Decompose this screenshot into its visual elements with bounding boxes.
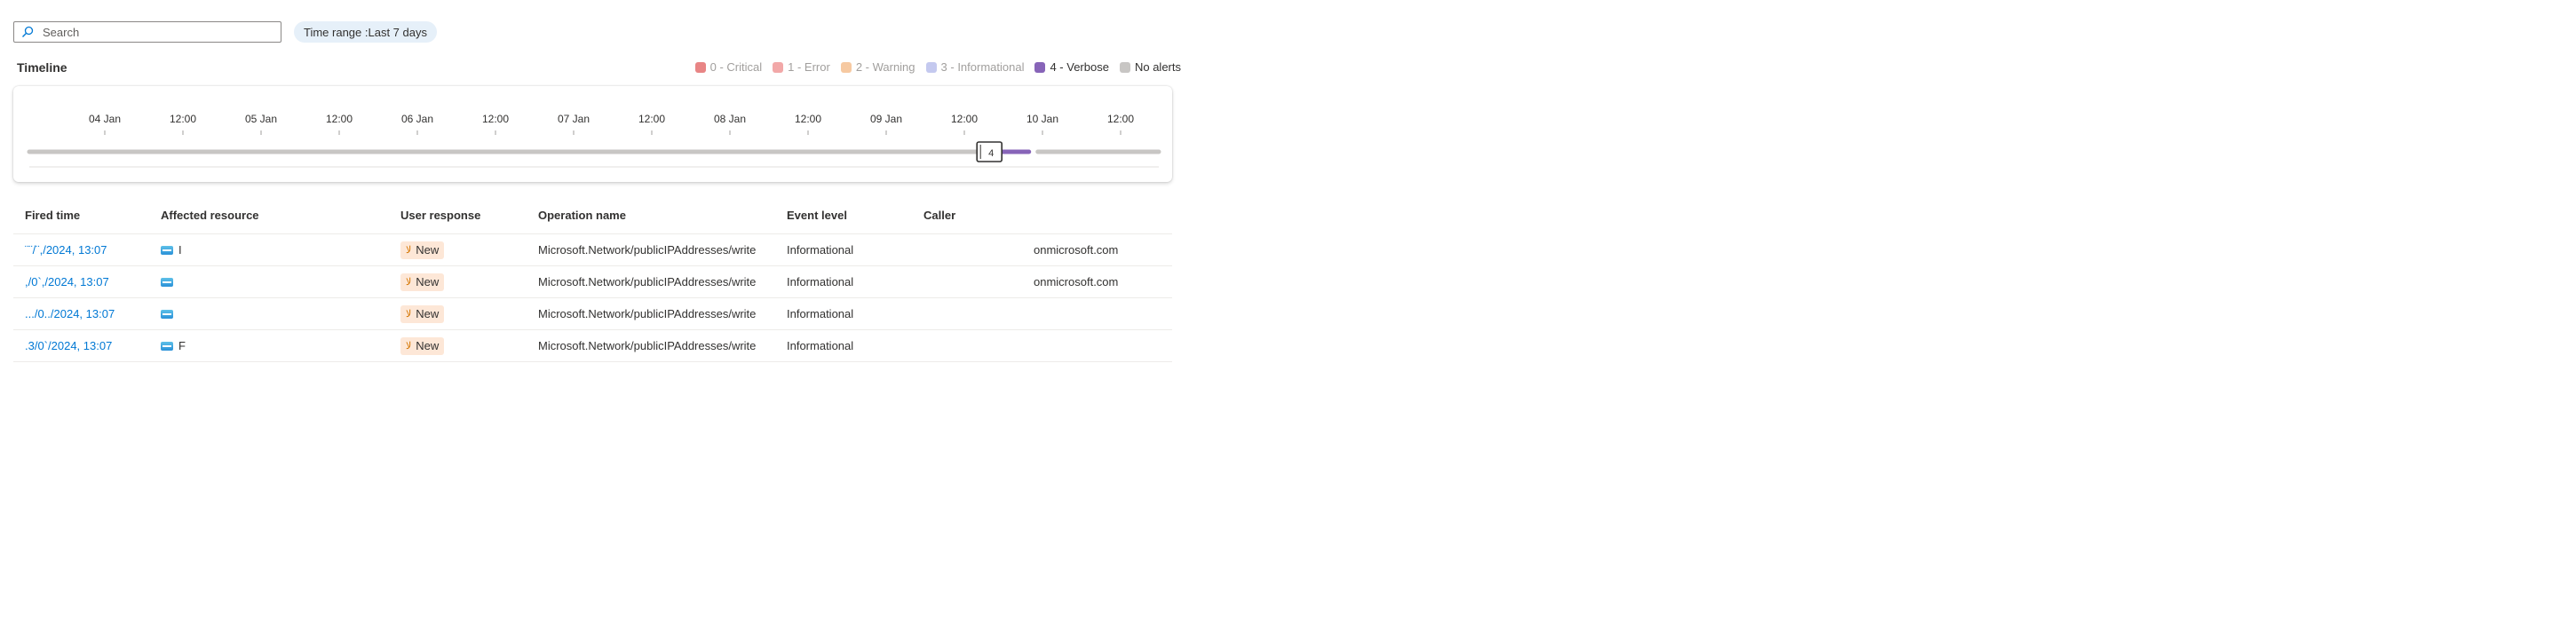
header-user-response[interactable]: User response [398, 209, 535, 222]
time-range-label: Time range : [304, 25, 369, 39]
axis-tick-label: 12:00 [638, 113, 665, 125]
header-event-level[interactable]: Event level [784, 209, 921, 222]
axis-tick-label: 06 Jan [401, 113, 433, 125]
legend-swatch-icon [773, 61, 784, 73]
time-range-filter[interactable]: Time range : Last 7 days [294, 21, 437, 43]
event-level: Informational [787, 243, 854, 257]
operation-name: Microsoft.Network/publicIPAddresses/writ… [538, 339, 757, 352]
toolbar: Time range : Last 7 days [13, 21, 437, 43]
legend-label: 4 - Verbose [1050, 60, 1109, 74]
table-row[interactable]: ,/0`,/2024, 13:07 ﻻ New Microsoft.Network… [13, 266, 1172, 298]
table-row[interactable]: .../0../2024, 13:07 ﻻ New Microsoft.Netwo… [13, 298, 1172, 330]
legend-label: No alerts [1134, 60, 1181, 74]
user-response-badge[interactable]: ﻻ New [400, 241, 445, 259]
search-box[interactable] [13, 21, 281, 43]
affected-resource[interactable] [161, 309, 398, 319]
caller-text: onmicrosoft.com [1034, 275, 1119, 288]
resource-name: I [178, 243, 182, 257]
user-response-label: New [416, 243, 440, 257]
caller: onmicrosoft.com [921, 275, 1172, 288]
affected-resource[interactable]: I [161, 243, 398, 257]
legend-item[interactable]: No alerts [1119, 60, 1181, 74]
legend-item[interactable]: 0 - Critical [694, 60, 763, 74]
time-range-value: Last 7 days [368, 25, 428, 39]
legend-swatch-icon [694, 61, 706, 73]
axis-tick-label: 09 Jan [870, 113, 902, 125]
fired-time-link[interactable]: .3/0`/2024, 13:07 [25, 339, 112, 352]
alerts-table: Fired time Affected resource User respon… [13, 197, 1172, 362]
new-alert-icon: ﻻ [406, 245, 412, 256]
caller-text: onmicrosoft.com [1034, 243, 1119, 257]
axis-tick-label: 12:00 [795, 113, 821, 125]
axis-tick-label: 04 Jan [89, 113, 121, 125]
operation-name: Microsoft.Network/publicIPAddresses/writ… [538, 275, 757, 288]
affected-resource[interactable] [161, 277, 398, 287]
new-alert-icon: ﻻ [406, 341, 412, 352]
event-level: Informational [787, 339, 854, 352]
axis-tick-label: 12:00 [326, 113, 353, 125]
caller: onmicrosoft.com [921, 243, 1172, 257]
event-level: Informational [787, 307, 854, 320]
legend-item[interactable]: 2 - Warning [840, 60, 915, 74]
public-ip-icon [161, 245, 173, 255]
axis-tick-label: 08 Jan [714, 113, 746, 125]
header-caller[interactable]: Caller [921, 209, 1172, 222]
legend-swatch-icon [925, 61, 937, 73]
public-ip-icon [161, 277, 173, 287]
search-input[interactable] [41, 24, 266, 40]
new-alert-icon: ﻻ [406, 309, 412, 320]
legend-swatch-icon [840, 61, 852, 73]
axis-tick-label: 12:00 [1107, 113, 1134, 125]
legend-label: 3 - Informational [940, 60, 1025, 74]
legend-item[interactable]: 1 - Error [773, 60, 830, 74]
user-response-badge[interactable]: ﻻ New [400, 273, 445, 291]
axis-tick-label: 07 Jan [558, 113, 590, 125]
operation-name: Microsoft.Network/publicIPAddresses/writ… [538, 243, 757, 257]
fired-time-link[interactable]: .../0../2024, 13:07 [25, 307, 115, 320]
axis-tick-label: 12:00 [482, 113, 509, 125]
severity-legend: 0 - Critical 1 - Error 2 - Warning 3 - Info… [694, 60, 1181, 74]
affected-resource[interactable]: F [161, 339, 398, 352]
legend-label: 1 - Error [788, 60, 830, 74]
legend-swatch-icon [1034, 61, 1046, 73]
legend-item[interactable]: 3 - Informational [925, 60, 1025, 74]
header-fired-time[interactable]: Fired time [13, 209, 150, 222]
table-row[interactable]: .3/0`/2024, 13:07 F ﻻ New Microsoft.Netwo… [13, 330, 1172, 362]
alerts-page: Time range : Last 7 days Timeline 0 - Cr… [0, 0, 1190, 640]
search-icon [22, 26, 34, 37]
fired-time-link[interactable]: ,/0`,/2024, 13:07 [25, 275, 109, 288]
axis-tick-label: 10 Jan [1026, 113, 1058, 125]
public-ip-icon [161, 341, 173, 351]
header-operation-name[interactable]: Operation name [535, 209, 784, 222]
resource-name: F [178, 339, 186, 352]
operation-name: Microsoft.Network/publicIPAddresses/writ… [538, 307, 757, 320]
user-response-label: New [416, 307, 440, 320]
new-alert-icon: ﻻ [406, 277, 412, 288]
public-ip-icon [161, 309, 173, 319]
event-level: Informational [787, 275, 854, 288]
axis-tick-label: 12:00 [170, 113, 196, 125]
timeline-title: Timeline [17, 60, 67, 75]
selected-bucket-count: 4 [988, 148, 994, 159]
legend-label: 0 - Critical [709, 60, 763, 74]
legend-item[interactable]: 4 - Verbose [1034, 60, 1109, 74]
timeline-card: 04 Jan 12:00 05 Jan 12:00 06 Jan 12:00 07 Jan 1… [13, 86, 1172, 182]
axis-tick-label: 05 Jan [245, 113, 277, 125]
header-affected-resource[interactable]: Affected resource [150, 209, 398, 222]
table-header: Fired time Affected resource User respon… [13, 197, 1172, 234]
table-row[interactable]: ¨¨/¨,/2024, 13:07 I ﻻ New Microsoft.Netwo… [13, 234, 1172, 266]
user-response-label: New [416, 275, 440, 288]
user-response-badge[interactable]: ﻻ New [400, 336, 445, 355]
timeline-chart: 04 Jan 12:00 05 Jan 12:00 06 Jan 12:00 07 Jan 1… [27, 113, 1161, 168]
user-response-label: New [416, 339, 440, 352]
fired-time-link[interactable]: ¨¨/¨,/2024, 13:07 [25, 243, 107, 257]
legend-swatch-icon [1119, 61, 1130, 73]
legend-label: 2 - Warning [855, 60, 915, 74]
user-response-badge[interactable]: ﻻ New [400, 304, 445, 323]
axis-tick-label: 12:00 [951, 113, 978, 125]
